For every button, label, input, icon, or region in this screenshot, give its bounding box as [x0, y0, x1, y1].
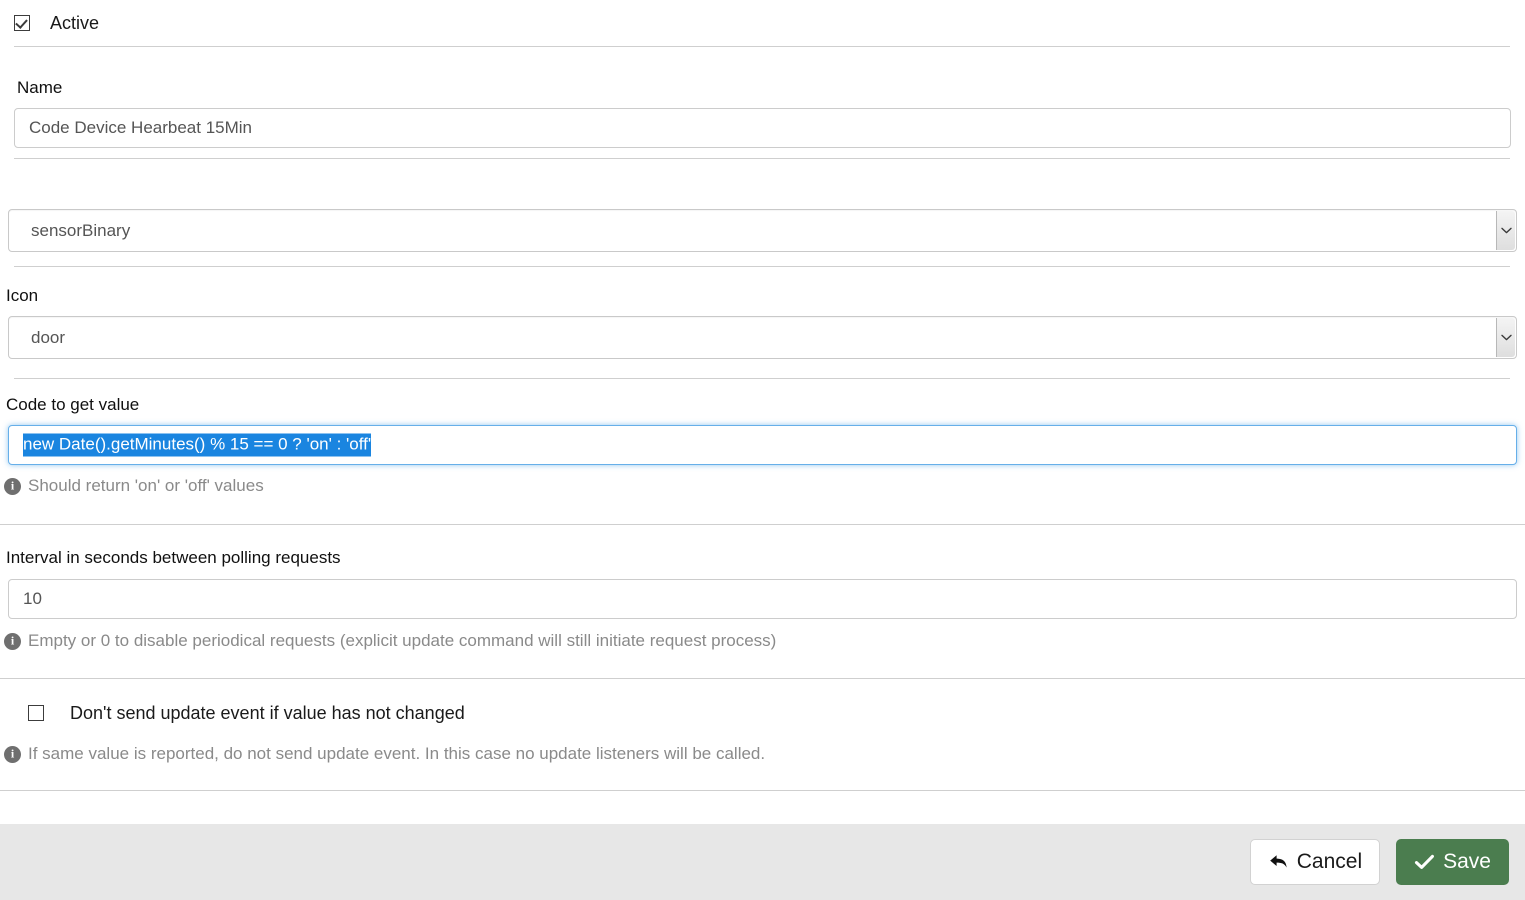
skip-unchanged-help-wrap: i If same value is reported, do not send…	[0, 744, 1525, 764]
skip-unchanged-checkbox-row[interactable]: Don't send update event if value has not…	[0, 692, 1525, 734]
skip-unchanged-checkbox-label: Don't send update event if value has not…	[70, 703, 465, 723]
skip-unchanged-row-wrap: Don't send update event if value has not…	[0, 692, 1525, 734]
divider-after-icon	[14, 378, 1510, 379]
device-type-select-wrap: sensorBinary	[0, 209, 1525, 252]
divider-after-name	[14, 158, 1510, 159]
code-input[interactable]	[8, 425, 1517, 465]
name-label: Name	[17, 78, 63, 97]
active-checkbox-row[interactable]: Active	[0, 0, 1525, 45]
skip-unchanged-checkbox[interactable]	[28, 705, 44, 721]
code-help-text: Should return 'on' or 'off' values	[28, 476, 264, 495]
divider-after-device-type	[14, 266, 1510, 267]
form-footer: Cancel Save	[0, 824, 1525, 900]
device-settings-page: Active Name sensorBinary	[0, 0, 1525, 900]
icon-select-value: door	[31, 327, 66, 347]
settings-form: Active Name sensorBinary	[0, 0, 1525, 824]
code-label: Code to get value	[6, 395, 140, 414]
icon-select[interactable]: door	[8, 316, 1517, 359]
icon-select-wrap: door	[0, 316, 1525, 359]
interval-input[interactable]	[8, 579, 1517, 619]
cancel-button[interactable]: Cancel	[1249, 839, 1381, 885]
divider-before-footer	[0, 790, 1525, 791]
icon-label-wrap: Icon	[0, 286, 1525, 306]
info-icon: i	[4, 745, 21, 763]
skip-unchanged-help: i If same value is reported, do not send…	[0, 744, 1525, 764]
name-input-wrap	[0, 108, 1525, 148]
chevron-down-icon[interactable]	[1496, 211, 1515, 250]
name-label-wrap: Name	[0, 78, 1525, 98]
interval-label: Interval in seconds between polling requ…	[6, 548, 341, 567]
divider-after-code	[0, 524, 1525, 525]
code-label-wrap: Code to get value	[0, 395, 1525, 415]
interval-label-wrap: Interval in seconds between polling requ…	[0, 548, 1525, 568]
code-help: i Should return 'on' or 'off' values	[0, 476, 1525, 496]
back-arrow-icon	[1268, 853, 1289, 871]
active-field-row: Active	[0, 0, 1525, 46]
active-checkbox-label: Active	[50, 12, 100, 33]
info-icon: i	[4, 477, 21, 495]
save-button-label: Save	[1443, 850, 1491, 873]
interval-help-text: Empty or 0 to disable periodical request…	[28, 631, 777, 650]
active-checkbox[interactable]	[14, 14, 30, 31]
check-icon	[1414, 853, 1435, 871]
chevron-down-icon[interactable]	[1496, 318, 1515, 357]
code-help-wrap: i Should return 'on' or 'off' values	[0, 476, 1525, 496]
cancel-button-label: Cancel	[1296, 850, 1363, 873]
divider-after-active	[14, 46, 1510, 47]
device-type-select-value: sensorBinary	[31, 220, 131, 240]
skip-unchanged-help-text: If same value is reported, do not send u…	[28, 744, 766, 763]
name-input[interactable]	[14, 108, 1511, 148]
interval-help-wrap: i Empty or 0 to disable periodical reque…	[0, 631, 1525, 651]
code-input-shell[interactable]: new Date().getMinutes() % 15 == 0 ? 'on'…	[8, 425, 1517, 465]
divider-after-interval	[0, 678, 1525, 679]
interval-help: i Empty or 0 to disable periodical reque…	[0, 631, 1525, 651]
save-button[interactable]: Save	[1396, 839, 1509, 885]
code-input-wrap: new Date().getMinutes() % 15 == 0 ? 'on'…	[0, 425, 1525, 465]
interval-input-wrap	[0, 579, 1525, 619]
device-type-select[interactable]: sensorBinary	[8, 209, 1517, 252]
info-icon: i	[4, 632, 21, 650]
icon-label: Icon	[6, 286, 39, 305]
